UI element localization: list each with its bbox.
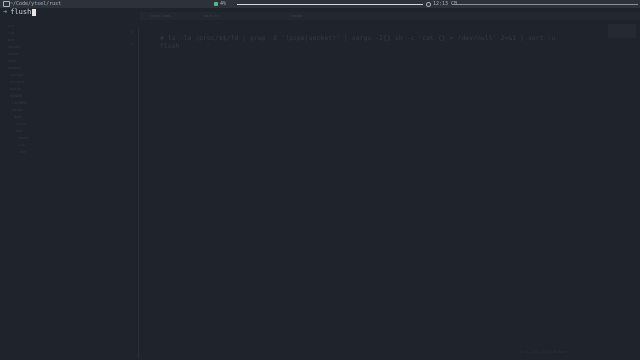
tab-readme[interactable]: readme: [290, 13, 303, 19]
tree-item[interactable]: tests: [8, 52, 19, 56]
text-cursor: [32, 9, 37, 16]
editor-gutter: [138, 28, 139, 358]
window-title: ~/Code/ytsel/rust: [10, 1, 62, 7]
progress-bar: [237, 3, 423, 5]
tree-item[interactable]: cli: [18, 143, 24, 147]
tree-item[interactable]: Cargo: [12, 108, 23, 112]
status-divider: [452, 3, 638, 5]
tree-item[interactable]: build: [10, 87, 21, 91]
tree-item[interactable]: src: [8, 24, 14, 28]
battery-icon: [214, 2, 218, 6]
minimap[interactable]: [608, 24, 636, 38]
tab-cargo[interactable]: cargo.toml: [150, 13, 171, 19]
tree-item[interactable]: main: [14, 115, 22, 119]
code-line: flush: [160, 42, 180, 50]
fold-icon[interactable]: ▸: [131, 30, 134, 34]
tree-item[interactable]: config: [10, 73, 23, 77]
code-editor[interactable]: # ls -la /proc/$$/fd | grep -E '(pipe|so…: [160, 34, 630, 50]
terminal-icon: [3, 0, 10, 8]
tab-main[interactable]: main.rs: [204, 13, 219, 19]
progress-fill: [237, 3, 423, 5]
editor-status: Ln 1, Col 1 UTF-8 Rust: [520, 350, 567, 354]
editor-tab-bar: cargo.toml main.rs readme: [140, 12, 640, 20]
tree-item[interactable]: LICENSE: [12, 101, 27, 105]
fold-icon[interactable]: ▸: [131, 42, 134, 46]
top-status-bar: ~/Code/ytsel/rust 4% 12:13 CB: [0, 0, 640, 8]
tree-item[interactable]: target: [8, 45, 21, 49]
tree-item[interactable]: cache: [18, 136, 29, 140]
tree-item[interactable]: scripts: [10, 80, 25, 84]
shell-prompt[interactable]: ➜ flush: [3, 8, 37, 17]
battery-label: 4%: [220, 1, 227, 7]
clock-icon: [426, 1, 431, 7]
tree-item[interactable]: docs: [8, 59, 16, 63]
tree-item[interactable]: run: [20, 150, 26, 154]
file-tree: src lib bin target tests docs assets config scri…: [4, 24, 134, 164]
tree-item[interactable]: bin: [8, 38, 14, 42]
battery-indicator: 4%: [214, 0, 226, 8]
tree-item[interactable]: README: [10, 94, 23, 98]
tree-item[interactable]: mod: [16, 129, 22, 133]
tree-item[interactable]: utils: [16, 122, 27, 126]
code-line: # ls -la /proc/$$/fd | grep -E '(pipe|so…: [160, 34, 556, 42]
command-input[interactable]: flush: [10, 8, 31, 17]
prompt-arrow-icon: ➜: [3, 8, 8, 16]
tree-item[interactable]: assets: [8, 66, 21, 70]
tree-item[interactable]: lib: [8, 31, 14, 35]
